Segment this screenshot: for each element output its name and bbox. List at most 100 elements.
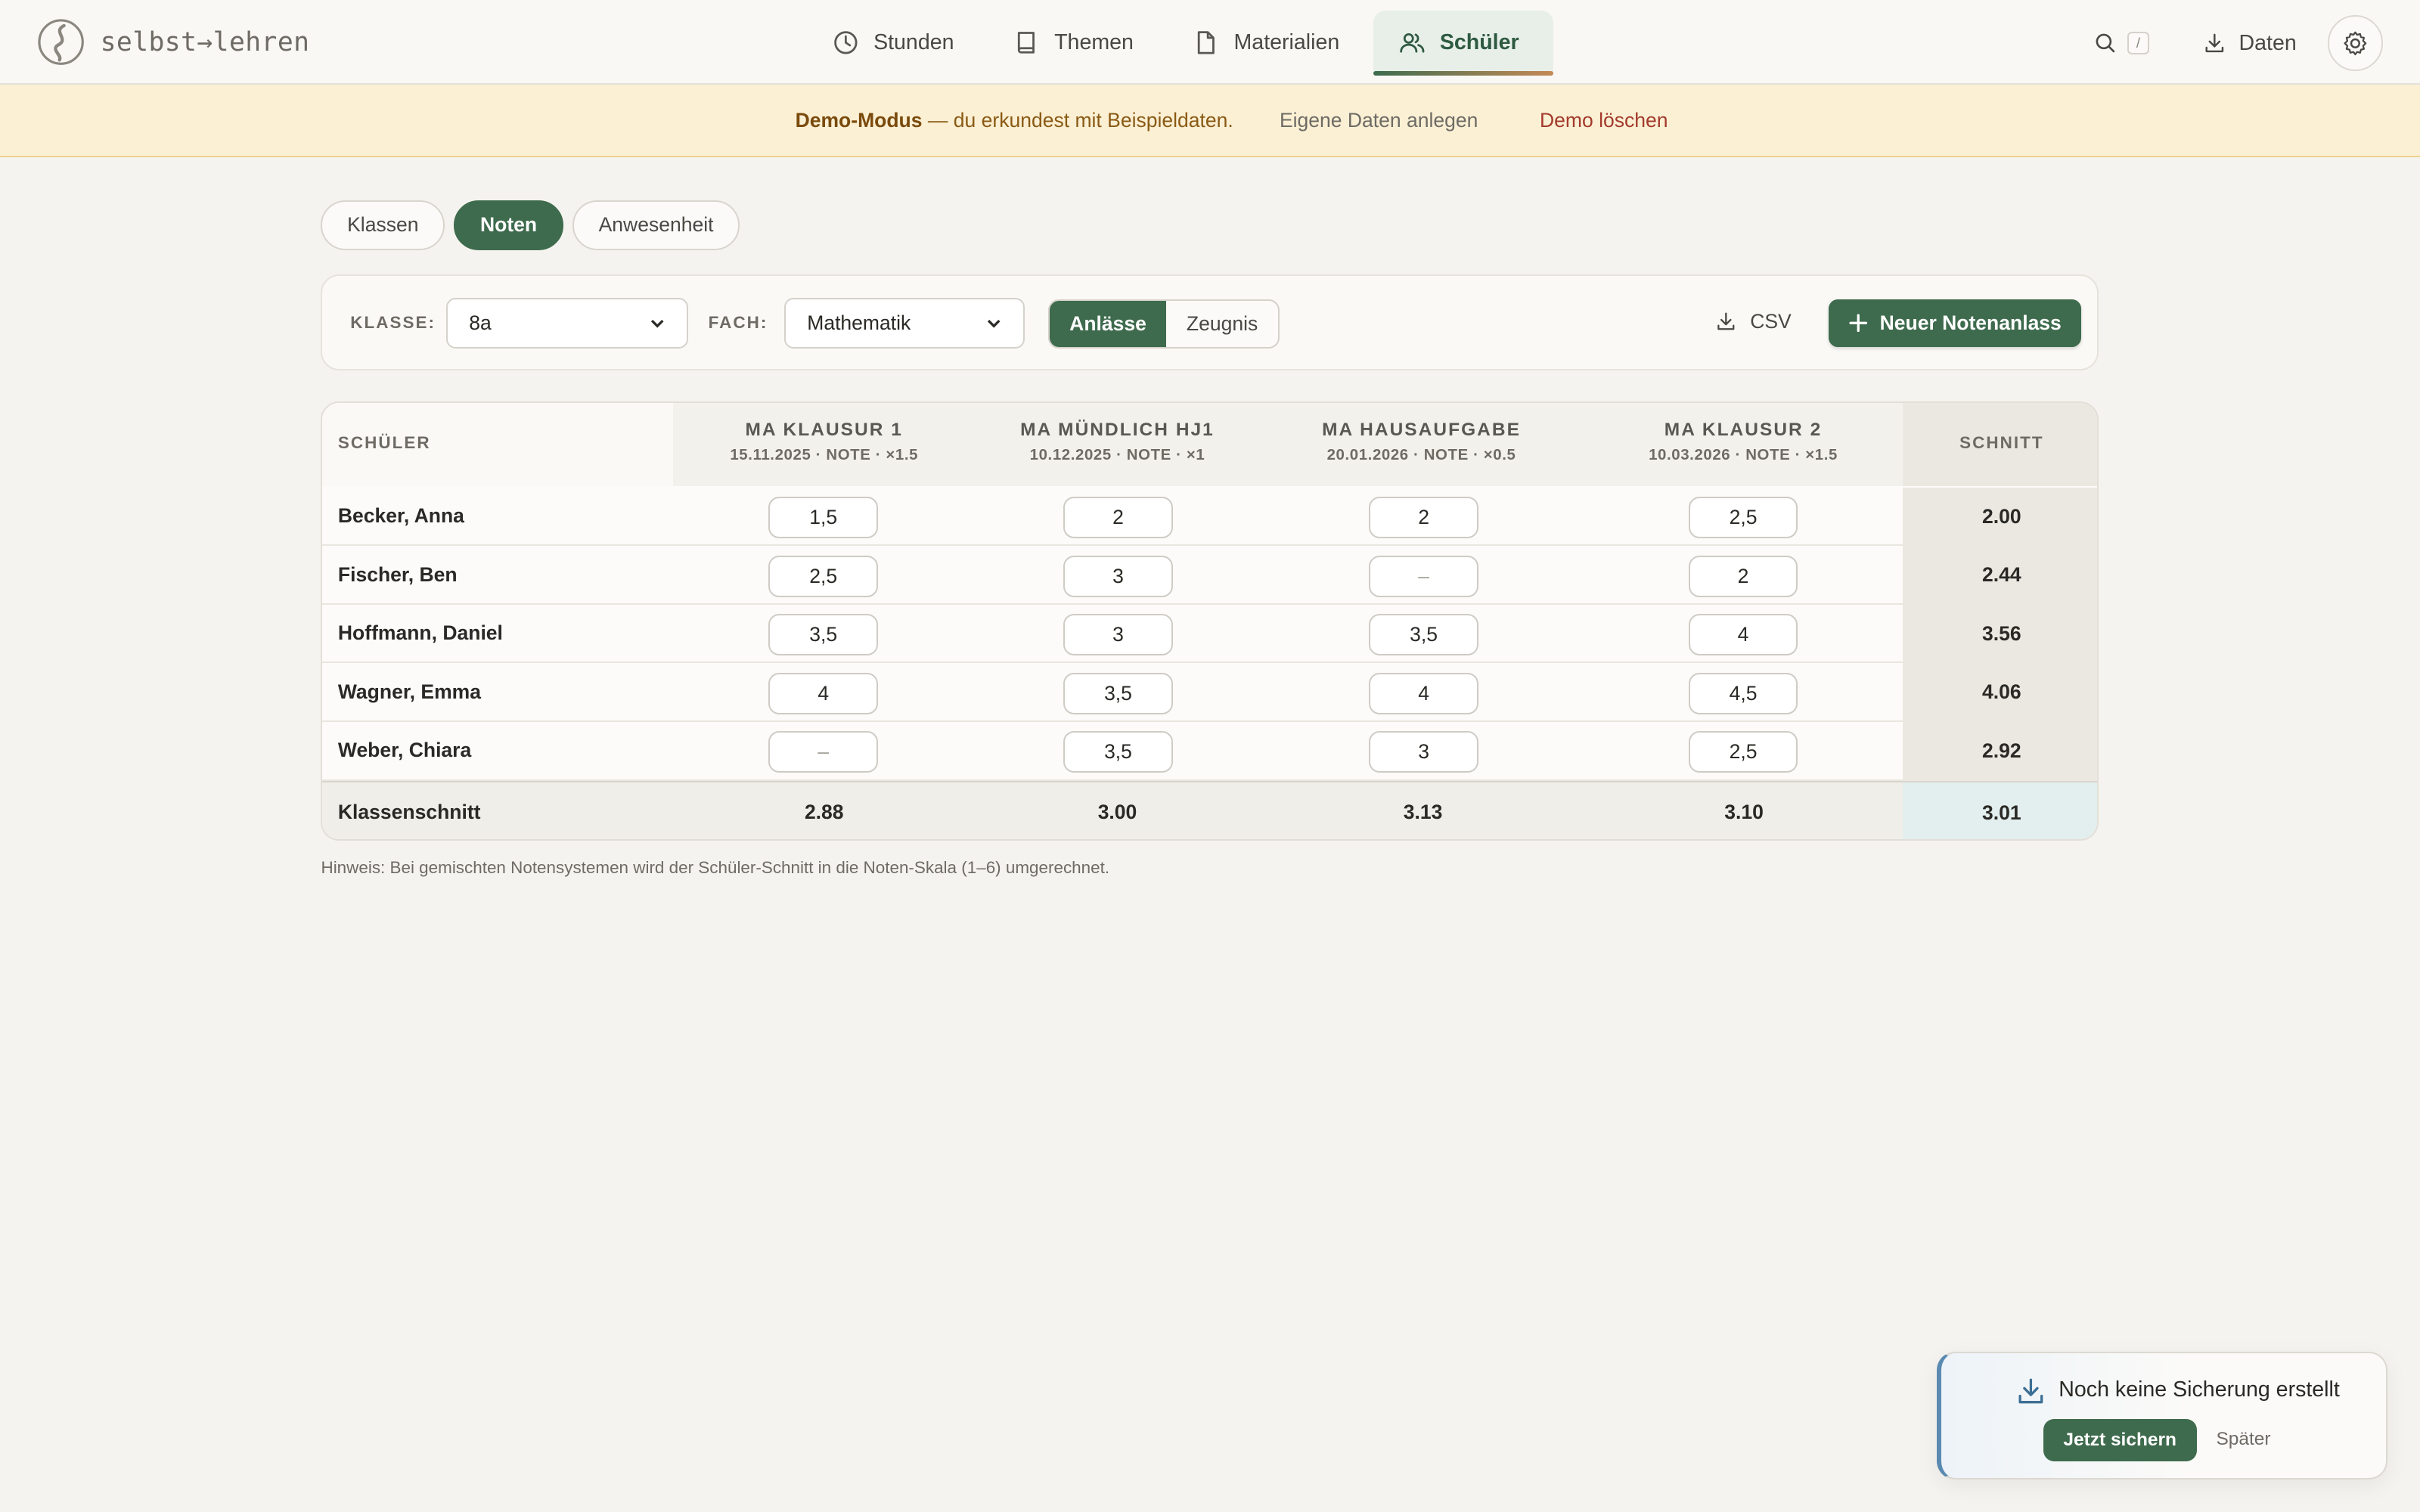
- grade-input[interactable]: 2,5: [768, 555, 879, 597]
- grade-input[interactable]: 3: [1063, 614, 1173, 656]
- column-header[interactable]: MA HAUSAUFGABE 20.01.2026 · NOTE · ×0.5: [1259, 402, 1584, 486]
- grade-input[interactable]: –: [1369, 555, 1479, 597]
- grade-input[interactable]: 1,5: [768, 497, 879, 539]
- data-button[interactable]: Daten: [2202, 31, 2297, 56]
- search-button[interactable]: /: [2093, 31, 2150, 56]
- new-grade-event-label: Neuer Notenanlass: [1879, 311, 2062, 334]
- student-average: 2.44: [1903, 546, 2098, 605]
- grade-input[interactable]: 3,5: [1369, 614, 1479, 656]
- student-header-label: SCHÜLER: [337, 433, 431, 453]
- chevron-down-icon: [987, 320, 1001, 328]
- brand-name: selbst→lehren: [100, 27, 310, 58]
- nav-item-themen[interactable]: Themen: [988, 11, 1167, 74]
- grade-input[interactable]: 3: [1369, 731, 1479, 773]
- student-name[interactable]: Wagner, Emma: [338, 680, 481, 704]
- grade-input[interactable]: 4: [1369, 672, 1479, 714]
- grade-input[interactable]: 4: [1688, 614, 1798, 656]
- column-header[interactable]: MA MÜNDLICH HJ1 10.12.2025 · NOTE · ×1: [975, 402, 1260, 486]
- search-shortcut-badge: /: [2127, 32, 2150, 55]
- class-average-value: 3.13: [1403, 801, 1443, 824]
- brand[interactable]: selbst→lehren: [37, 18, 309, 66]
- student-name[interactable]: Fischer, Ben: [338, 563, 458, 587]
- tab-anwesenheit[interactable]: Anwesenheit: [572, 200, 740, 250]
- settings-button[interactable]: [2327, 15, 2383, 71]
- delete-demo-link[interactable]: Demo löschen: [1540, 109, 1668, 132]
- download-icon: [2205, 33, 2223, 52]
- class-select[interactable]: 8a: [445, 297, 689, 349]
- backup-toast-title: Noch keine Sicherung erstellt: [2059, 1377, 2340, 1402]
- student-name[interactable]: Becker, Anna: [338, 504, 464, 528]
- view-option-zeugnis[interactable]: Zeugnis: [1166, 301, 1277, 347]
- column-title: MA KLAUSUR 2: [1664, 420, 1823, 441]
- student-average: 2.92: [1903, 722, 2098, 781]
- grade-input[interactable]: 4,5: [1688, 672, 1798, 714]
- table-header: SCHÜLER MA KLAUSUR 1 15.11.2025 · NOTE ·…: [322, 402, 2098, 486]
- search-icon: [2096, 33, 2115, 53]
- top-actions: / Daten: [2093, 15, 2383, 71]
- column-title: MA KLAUSUR 1: [745, 420, 903, 441]
- view-toggle: Anlässe Zeugnis: [1047, 299, 1280, 349]
- new-grade-event-button[interactable]: Neuer Notenanlass: [1829, 299, 2082, 348]
- create-own-data-link[interactable]: Eigene Daten anlegen: [1280, 109, 1478, 132]
- nav-item-label: Schüler: [1439, 29, 1519, 54]
- grade-input[interactable]: 2,5: [1688, 497, 1798, 539]
- subject-select-value: Mathematik: [807, 311, 911, 334]
- plus-icon: [1849, 314, 1867, 333]
- backup-now-button[interactable]: Jetzt sichern: [2043, 1419, 2197, 1461]
- tab-klassen[interactable]: Klassen: [321, 200, 445, 250]
- grade-input[interactable]: 3,5: [768, 614, 879, 656]
- backup-later-button[interactable]: Später: [2216, 1429, 2270, 1450]
- top-bar: selbst→lehren Stunden Themen Materialien…: [0, 0, 2420, 85]
- download-icon: [2018, 1378, 2043, 1404]
- grades-table: SCHÜLER MA KLAUSUR 1 15.11.2025 · NOTE ·…: [321, 401, 2099, 841]
- class-average-label: Klassenschnitt: [337, 801, 481, 824]
- column-header[interactable]: MA KLAUSUR 1 15.11.2025 · NOTE · ×1.5: [672, 402, 976, 486]
- average-column-header: SCHNITT: [1903, 402, 2098, 486]
- csv-export-label: CSV: [1750, 310, 1792, 333]
- student-average: 2.00: [1903, 487, 2098, 547]
- class-average-value: 3.10: [1724, 801, 1764, 824]
- class-overall-average: 3.01: [1903, 782, 2098, 840]
- class-average-value: 3.00: [1097, 801, 1137, 824]
- grade-input[interactable]: 2: [1369, 497, 1479, 539]
- clock-icon: [834, 30, 858, 54]
- grade-input[interactable]: 4: [768, 672, 879, 714]
- demo-banner: Demo-Modus — du erkundest mit Beispielda…: [0, 85, 2420, 158]
- nav-item-label: Materialien: [1233, 29, 1340, 54]
- grade-input[interactable]: –: [768, 731, 879, 773]
- document-icon: [1198, 30, 1215, 54]
- conversion-hint: Hinweis: Bei gemischten Notensystemen wi…: [321, 857, 1110, 877]
- student-name[interactable]: Hoffmann, Daniel: [338, 621, 503, 645]
- average-header-label: SCHNITT: [1959, 433, 2044, 453]
- gear-icon: [2344, 31, 2367, 55]
- grade-input[interactable]: 2: [1063, 497, 1173, 539]
- nav-item-materialien[interactable]: Materialien: [1168, 11, 1373, 74]
- data-button-label: Daten: [2238, 30, 2297, 55]
- view-option-anlaesse[interactable]: Anlässe: [1049, 300, 1167, 348]
- backup-toast: Noch keine Sicherung erstellt Jetzt sich…: [1937, 1351, 2388, 1480]
- table-row: Becker, Anna 1,5 2 2 2,5 2.00: [322, 487, 2098, 547]
- nav-item-schueler[interactable]: Schüler: [1373, 11, 1554, 76]
- grade-input[interactable]: 2: [1688, 555, 1798, 597]
- grade-input[interactable]: 3,5: [1063, 731, 1173, 773]
- student-average: 4.06: [1903, 663, 2098, 723]
- nav-item-stunden[interactable]: Stunden: [807, 11, 988, 74]
- grade-input[interactable]: 3,5: [1063, 672, 1173, 714]
- student-name[interactable]: Weber, Chiara: [338, 739, 471, 762]
- table-row: Fischer, Ben 2,5 3 – 2 2.44: [322, 546, 2098, 605]
- app-page: selbst→lehren Stunden Themen Materialien…: [0, 0, 2420, 1512]
- brand-logo-icon: [38, 19, 84, 66]
- section-tabs: Klassen Noten Anwesenheit: [321, 200, 740, 250]
- column-meta: 15.11.2025 · NOTE · ×1.5: [730, 447, 919, 464]
- subject-filter-label: FACH:: [708, 313, 768, 333]
- subject-select[interactable]: Mathematik: [783, 297, 1025, 349]
- tab-noten[interactable]: Noten: [454, 200, 563, 250]
- demo-mode-label: Demo-Modus: [795, 108, 923, 132]
- grade-input[interactable]: 3: [1063, 555, 1173, 597]
- grade-input[interactable]: 2,5: [1688, 731, 1798, 773]
- chevron-down-icon: [651, 320, 664, 328]
- column-header[interactable]: MA KLAUSUR 2 10.03.2026 · NOTE · ×1.5: [1583, 402, 1903, 486]
- column-meta: 10.12.2025 · NOTE · ×1: [1029, 447, 1205, 464]
- csv-export-button[interactable]: CSV: [1714, 310, 1792, 333]
- demo-banner-text: Demo-Modus — du erkundest mit Beispielda…: [796, 109, 1233, 132]
